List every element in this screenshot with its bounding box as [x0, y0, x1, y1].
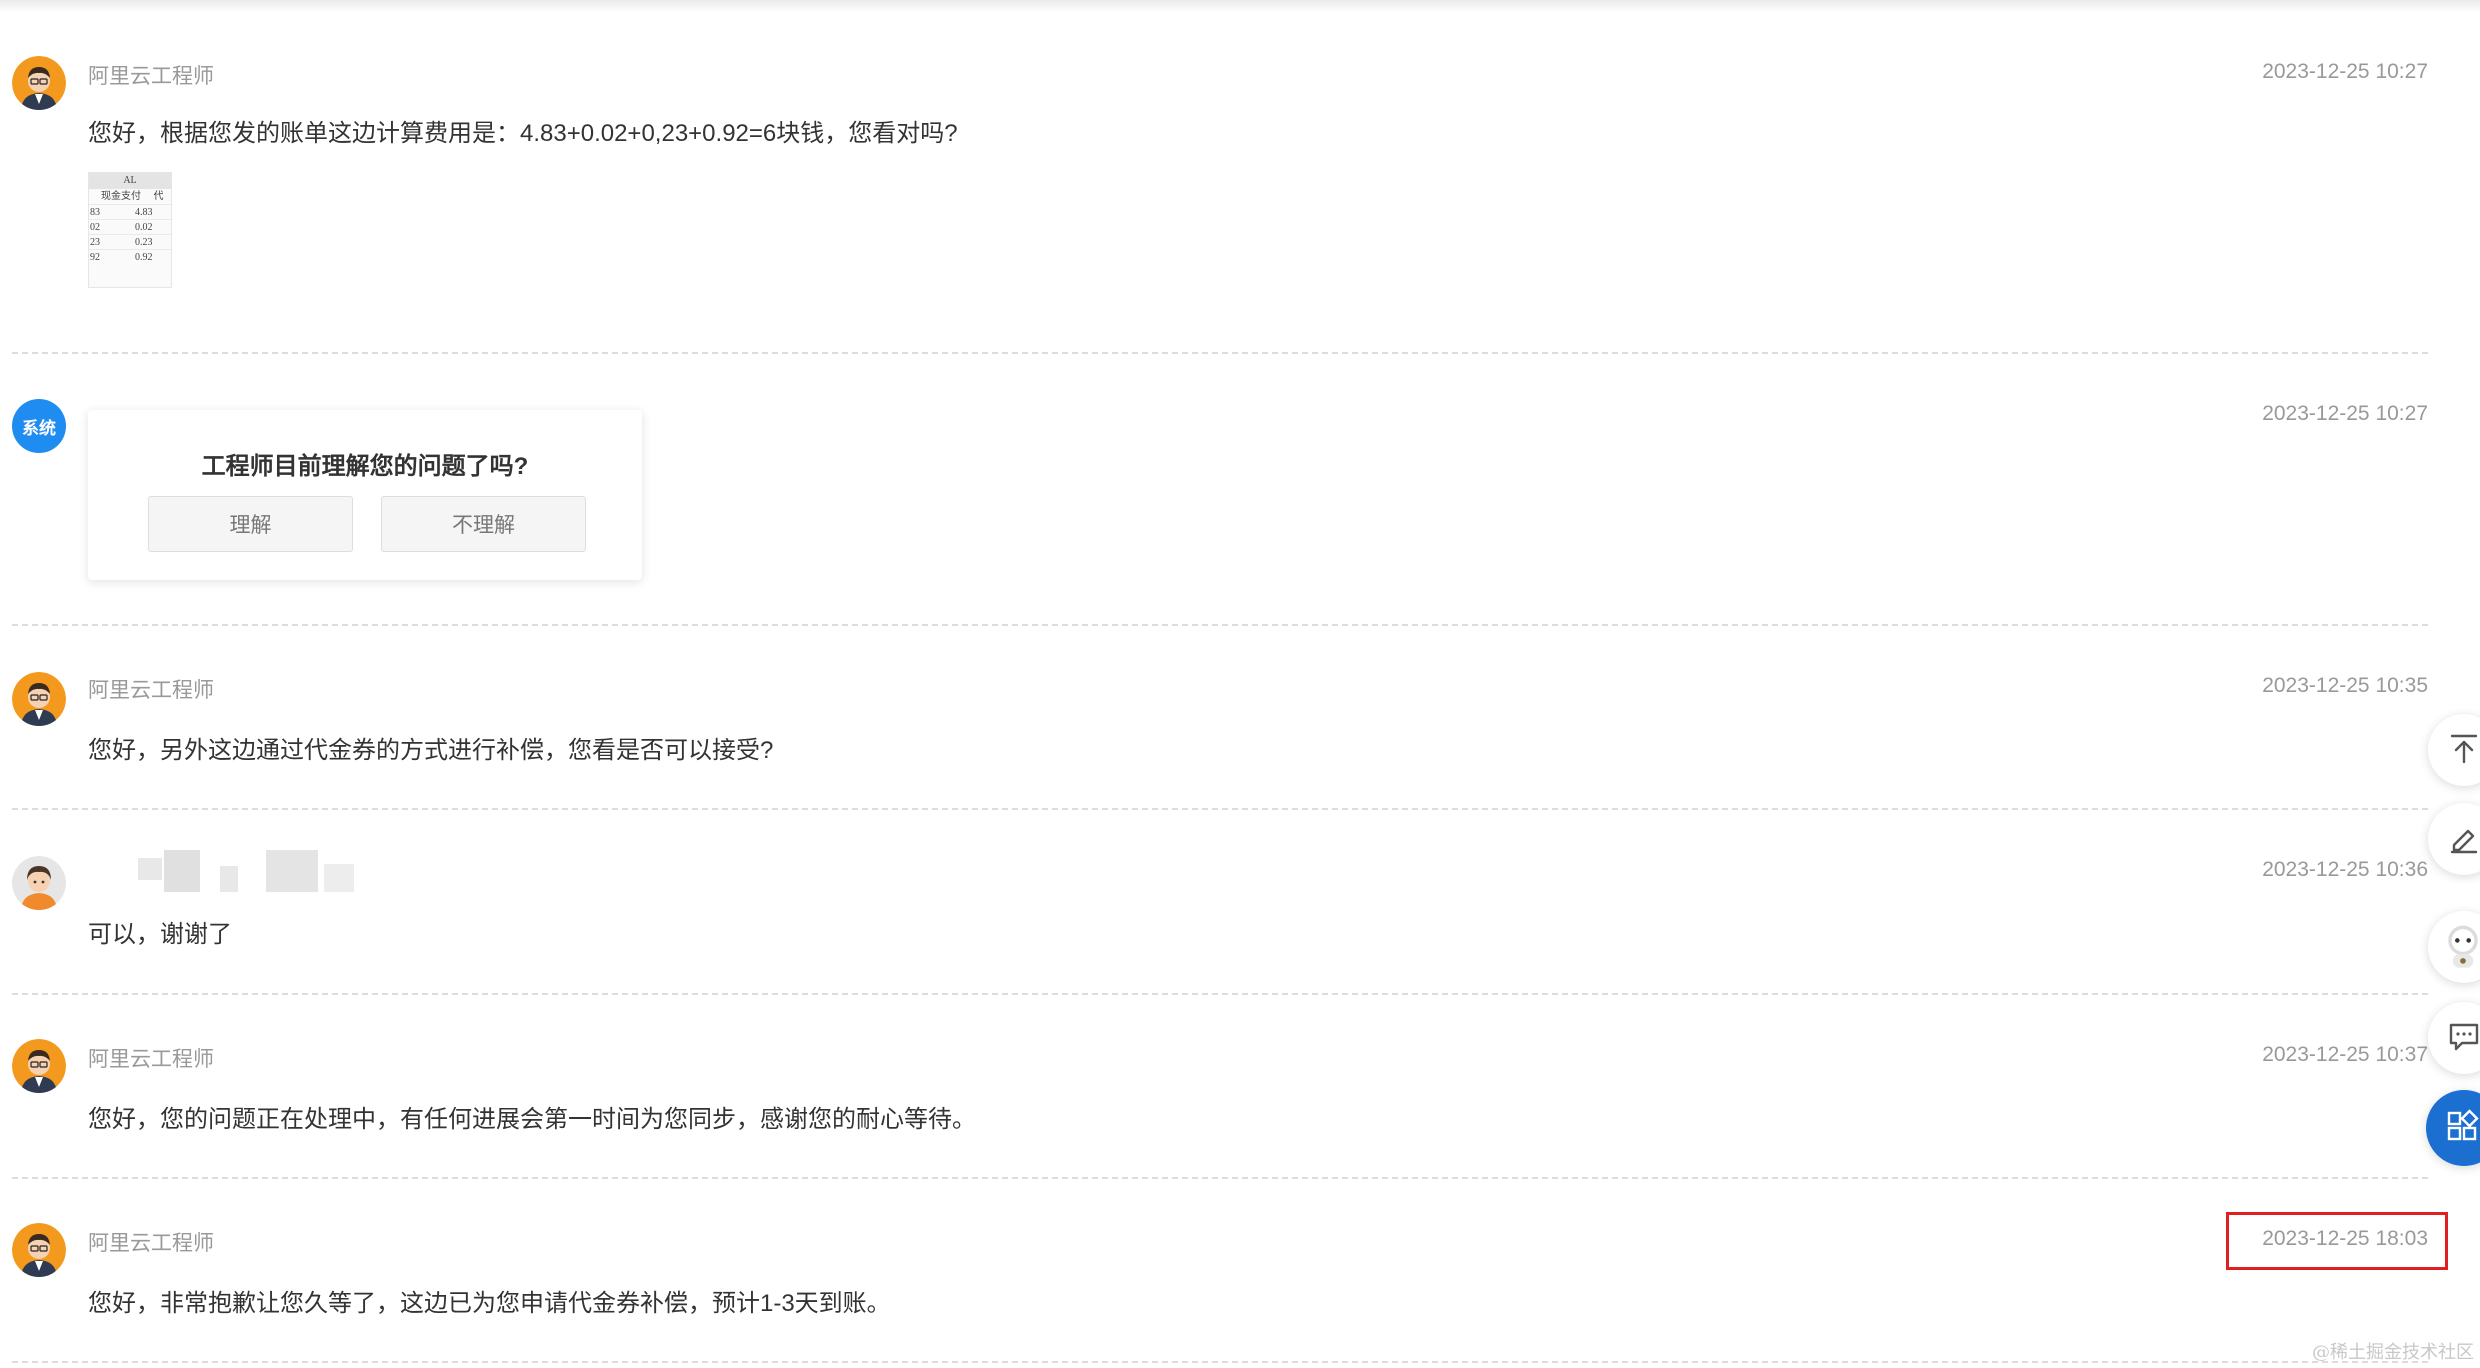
message-time: 2023-12-25 10:35: [2262, 674, 2428, 697]
message-time: 2023-12-25 10:37: [2262, 1043, 2428, 1066]
apps-grid-icon: [2444, 1108, 2480, 1149]
message-text: 您好，非常抱歉让您久等了，这边已为您申请代金券补偿，预计1-3天到账。: [88, 1290, 891, 1317]
sender-name: 阿里云工程师: [88, 1232, 214, 1255]
thumbnail-cell: 02: [90, 222, 100, 233]
message-time: 2023-12-25 10:27: [2262, 60, 2428, 83]
message-text: 您好，根据您发的账单这边计算费用是：4.83+0.02+0,23+0.92=6块…: [88, 120, 958, 147]
engineer-avatar: [12, 1223, 66, 1277]
thumbnail-cell: 0.23: [135, 237, 153, 248]
chat-button[interactable]: [2428, 1002, 2480, 1074]
not-understand-button[interactable]: 不理解: [381, 496, 586, 552]
sender-name: 阿里云工程师: [88, 679, 214, 702]
engineer-avatar: [12, 56, 66, 110]
message-item: 阿里云工程师 2023-12-25 18:03 您好，非常抱歉让您久等了，这边已…: [12, 1179, 2428, 1363]
edit-icon: [2446, 819, 2480, 860]
thumbnail-cell: 4.83: [135, 207, 153, 218]
timestamp-highlight-box: [2226, 1212, 2448, 1270]
thumbnail-row: 02 0.02: [89, 219, 171, 234]
message-item: 阿里云工程师 2023-12-25 10:35 您好，另外这边通过代金券的方式进…: [12, 626, 2428, 810]
top-divider: [0, 0, 2480, 12]
thumbnail-cell: 83: [90, 207, 100, 218]
back-to-top-icon: [2446, 730, 2480, 771]
message-time: 2023-12-25 10:27: [2262, 402, 2428, 425]
thumbnail-row: 83 4.83: [89, 204, 171, 219]
thumbnail-subheader: 现金支付 代: [89, 189, 171, 204]
thumbnail-cell: 92: [90, 252, 100, 263]
understanding-survey-card: 工程师目前理解您的问题了吗? 理解 不理解: [88, 410, 642, 580]
message-text: 可以，谢谢了: [88, 921, 232, 948]
message-text: 您好，您的问题正在处理中，有任何进展会第一时间为您同步，感谢您的耐心等待。: [88, 1106, 976, 1133]
understand-button[interactable]: 理解: [148, 496, 353, 552]
thumbnail-cell: 0.92: [135, 252, 153, 263]
robot-assistant-icon: [2438, 920, 2480, 975]
back-to-top-button[interactable]: [2428, 714, 2480, 786]
sender-name: 阿里云工程师: [88, 1048, 214, 1071]
chat-icon: [2446, 1018, 2480, 1059]
message-time: 2023-12-25 10:36: [2262, 858, 2428, 881]
message-item: 阿里云工程师 2023-12-25 10:27 您好，根据您发的账单这边计算费用…: [12, 12, 2428, 354]
thumbnail-subheader-text: 现金支付: [101, 191, 141, 202]
edit-button[interactable]: [2428, 803, 2480, 875]
survey-question: 工程师目前理解您的问题了吗?: [201, 453, 529, 480]
thumbnail-subheader-extra: 代: [153, 191, 164, 202]
bill-screenshot-thumbnail[interactable]: AL 现金支付 代 83 4.83 02 0.02 23 0.23 92 0.92: [88, 172, 172, 288]
redacted-username: [124, 850, 380, 892]
engineer-avatar: [12, 1039, 66, 1093]
thumbnail-cell: 0.02: [135, 222, 153, 233]
message-item: 系统 2023-12-25 10:27 工程师目前理解您的问题了吗? 理解 不理…: [12, 354, 2428, 626]
engineer-avatar: [12, 672, 66, 726]
thumbnail-header: AL: [89, 173, 171, 189]
message-text: 您好，另外这边通过代金券的方式进行补偿，您看是否可以接受?: [88, 737, 774, 764]
watermark: @稀土掘金技术社区: [2312, 1342, 2474, 1363]
apps-menu-button[interactable]: [2426, 1090, 2480, 1166]
message-item: 阿里云工程师 2023-12-25 10:37 您好，您的问题正在处理中，有任何…: [12, 995, 2428, 1179]
ticket-conversation-page: 阿里云工程师 2023-12-25 10:27 您好，根据您发的账单这边计算费用…: [0, 0, 2480, 1368]
thumbnail-row: 23 0.23: [89, 234, 171, 249]
robot-assistant-button[interactable]: [2428, 911, 2480, 983]
thumbnail-cell: 23: [90, 237, 100, 248]
user-avatar: [12, 856, 66, 910]
thumbnail-row: 92 0.92: [89, 249, 171, 264]
sender-name: 阿里云工程师: [88, 65, 214, 88]
system-badge: 系统: [12, 399, 66, 453]
message-item: 2023-12-25 10:36 可以，谢谢了: [12, 810, 2428, 995]
